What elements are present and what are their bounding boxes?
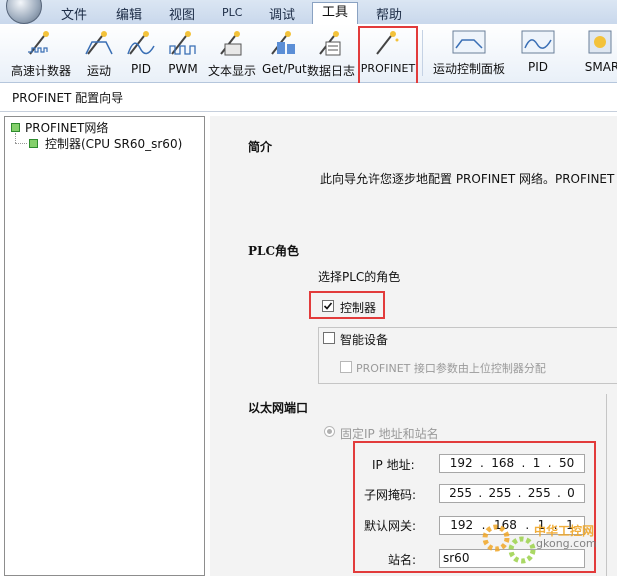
menu-edit[interactable]: 编辑 [116, 4, 142, 23]
fixed-ip-label: 固定IP 地址和站名 [340, 427, 439, 441]
controller-node-icon [29, 139, 38, 148]
intro-heading: 简介 [248, 140, 273, 154]
smart-device-checkbox[interactable] [323, 332, 335, 344]
gateway-octet: 192 [450, 518, 474, 532]
tree-connector [15, 143, 27, 145]
assign-params-label: PROFINET 接口参数由上位控制器分配 [356, 362, 546, 375]
motion-panel-icon [452, 30, 486, 54]
ribbon-pid-panel-button[interactable]: PID [518, 26, 558, 80]
plc-role-prompt: 选择PLC的角色 [318, 270, 401, 284]
tree-root-item[interactable]: PROFINET网络 [25, 119, 108, 136]
menu-bar: 文件 编辑 视图 PLC 调试 工具 帮助 [0, 0, 617, 25]
subnet-mask-field[interactable]: 255. 255. 255. 0 [439, 484, 585, 503]
ribbon-pid-panel-label: PID [527, 60, 548, 74]
menu-view[interactable]: 视图 [169, 4, 195, 23]
high-speed-counter-icon [28, 31, 49, 55]
controller-label: 控制器 [340, 301, 377, 315]
watermark-url: gkong.com [536, 537, 597, 550]
ip-octet: 50 [558, 456, 575, 470]
profinet-tree: PROFINET网络 控制器(CPU SR60_sr60) [4, 116, 205, 576]
pwm-icon [169, 31, 196, 55]
ribbon-motion-label: 运动 [86, 64, 111, 78]
ribbon-pid-label: PID [130, 62, 151, 76]
ribbon-getput-label: Get/Put [262, 62, 307, 76]
application-button[interactable] [6, 0, 42, 24]
menu-tools[interactable]: 工具 [312, 2, 358, 24]
menu-file[interactable]: 文件 [61, 4, 87, 23]
ribbon-hsc-label: 高速计数器 [10, 64, 71, 78]
pid-panel-icon [521, 30, 555, 54]
smart-drive-icon [588, 30, 612, 54]
motion-icon [85, 31, 113, 55]
ribbon-text-display-label: 文本显示 [207, 64, 256, 78]
tree-controller-item[interactable]: 控制器(CPU SR60_sr60) [45, 135, 182, 152]
ethernet-group-border [606, 394, 607, 576]
ribbon-text-display-button[interactable]: 文本显示 [205, 26, 259, 80]
ribbon-hsc-button[interactable]: 高速计数器 [8, 26, 74, 80]
fixed-ip-radio[interactable] [324, 426, 335, 437]
get-put-icon [271, 31, 295, 55]
ribbon-motion-panel-label: 运动控制面板 [432, 62, 505, 76]
ip-address-label: IP 地址: [372, 458, 415, 472]
ribbon-smart-label: SMAR [584, 60, 617, 74]
gateway-label: 默认网关: [364, 519, 417, 533]
assign-params-checkbox[interactable] [340, 361, 352, 373]
ribbon-getput-button[interactable]: Get/Put [262, 26, 307, 80]
station-name-value: sr60 [443, 551, 470, 565]
ribbon-datalog-button[interactable]: 数据日志 [305, 26, 357, 80]
wizard-title: PROFINET 配置向导 [12, 91, 124, 105]
smart-device-label: 智能设备 [340, 333, 389, 347]
ribbon-toolbar: 高速计数器 运动 PID PWM 文本显示 Get/Put 数据日志 PROFI… [0, 24, 617, 83]
data-log-icon [319, 31, 341, 56]
profinet-highlight-box [358, 26, 418, 85]
ribbon-motion-button[interactable]: 运动 [80, 26, 118, 80]
ribbon-pwm-button[interactable]: PWM [164, 26, 202, 80]
intro-text: 此向导允许您逐步地配置 PROFINET 网络。PROFINET 配置 [320, 172, 617, 186]
tree-connector [15, 133, 17, 143]
ribbon-separator [422, 30, 423, 76]
text-display-icon [220, 31, 242, 56]
menu-help[interactable]: 帮助 [376, 4, 402, 23]
ribbon-smart-button[interactable]: SMAR [582, 26, 617, 80]
network-node-icon [11, 123, 20, 132]
station-name-label: 站名: [388, 553, 417, 567]
ribbon-motion-panel-button[interactable]: 运动控制面板 [428, 26, 510, 80]
menu-debug[interactable]: 调试 [269, 4, 295, 23]
subnet-octet: 255 [449, 486, 473, 500]
plc-role-heading: PLC角色 [248, 244, 300, 258]
ip-octet: 168 [491, 456, 515, 470]
ribbon-datalog-label: 数据日志 [306, 64, 355, 78]
ribbon-pid-button[interactable]: PID [124, 26, 158, 80]
ip-address-field[interactable]: 192. 168. 1. 50 [439, 454, 585, 473]
subnet-mask-label: 子网掩码: [364, 488, 417, 502]
wizard-main-panel: 简介 此向导允许您逐步地配置 PROFINET 网络。PROFINET 配置 P… [210, 116, 617, 576]
subnet-octet: 255 [488, 486, 512, 500]
subnet-octet: 0 [567, 486, 575, 500]
ribbon-pwm-label: PWM [168, 62, 198, 76]
pid-icon [127, 31, 155, 55]
ip-octet: 192 [449, 456, 473, 470]
ethernet-heading: 以太网端口 [248, 401, 309, 415]
menu-plc[interactable]: PLC [222, 6, 242, 19]
ip-octet: 1 [532, 456, 541, 470]
check-icon [323, 302, 333, 310]
controller-checkbox[interactable] [322, 300, 334, 312]
wizard-title-bar: PROFINET 配置向导 [0, 83, 617, 112]
subnet-octet: 255 [527, 486, 551, 500]
